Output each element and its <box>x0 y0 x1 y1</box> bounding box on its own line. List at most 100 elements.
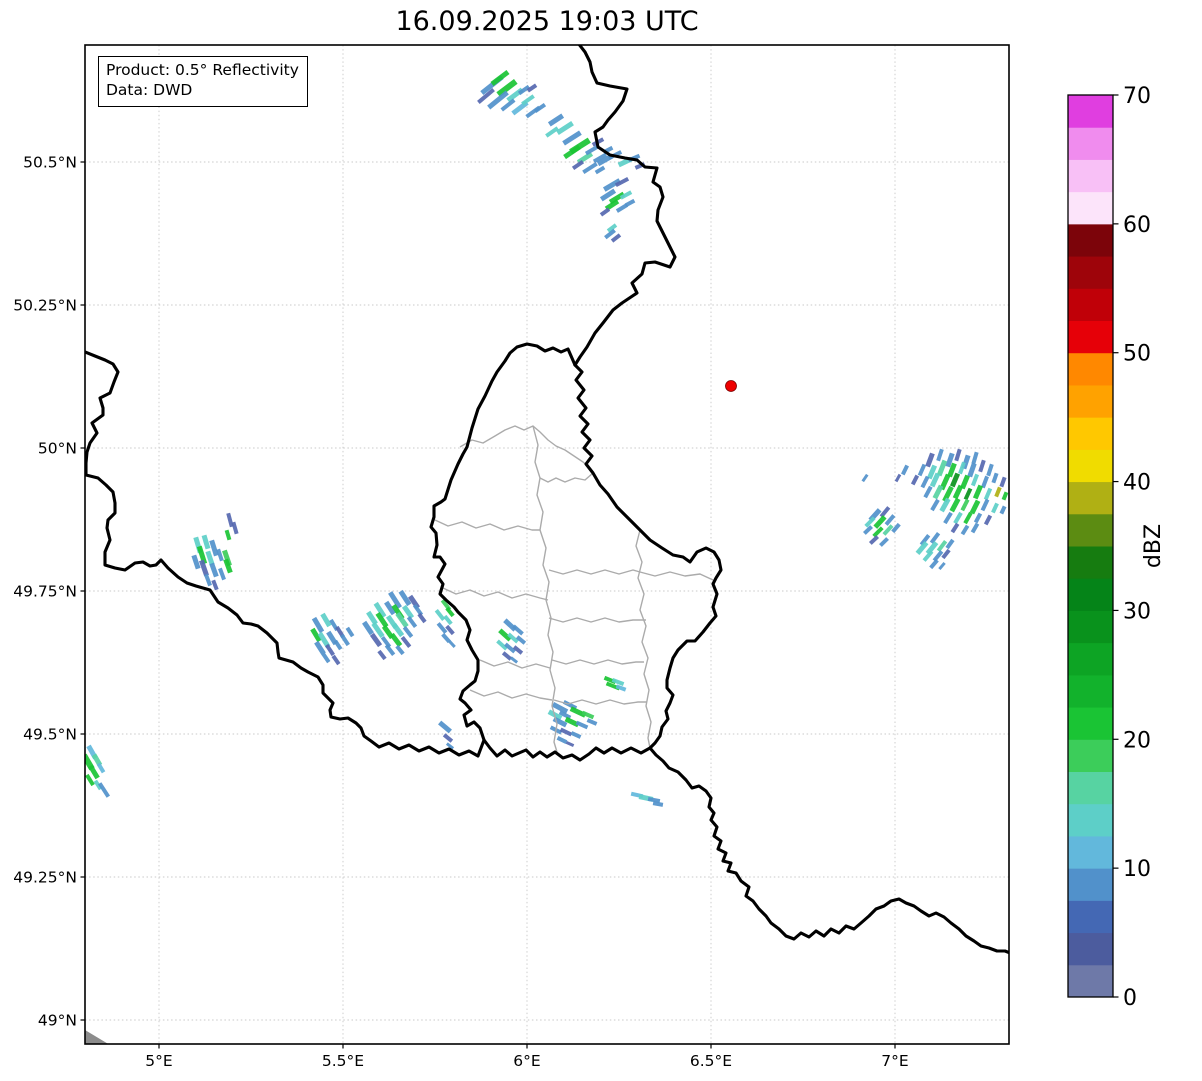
echo-stroke <box>346 627 355 638</box>
colorbar-segment <box>1068 321 1113 354</box>
echo-stroke <box>563 145 581 159</box>
echo-stroke <box>582 162 598 174</box>
echo-stroke <box>223 559 232 574</box>
colorbar-segment <box>1068 482 1113 515</box>
colorbar-segment <box>1068 127 1113 160</box>
echo-stroke <box>991 473 998 484</box>
radar-echoes <box>81 70 1008 807</box>
echo-stroke <box>1002 492 1009 501</box>
colorbar-segment <box>1068 353 1113 386</box>
colorbar-segment <box>1068 288 1113 321</box>
axis-tick-labels: 5°E5.5°E6°E6.5°E7°E50.5°N50.25°N50°N49.7… <box>13 154 908 1071</box>
echo-stroke <box>407 616 417 628</box>
echo-stroke <box>616 684 627 691</box>
product-info-box: Product: 0.5° Reflectivity Data: DWD <box>98 56 308 107</box>
radar-site-marker <box>726 381 737 392</box>
echo-stroke <box>595 166 606 175</box>
echo-stroke <box>930 499 940 511</box>
radar-map-canvas: 5°E5.5°E6°E6.5°E7°E50.5°N50.25°N50°N49.7… <box>0 0 1202 1081</box>
y-tick-label: 50.5°N <box>23 154 77 172</box>
echo-stroke <box>963 512 972 524</box>
echo-stroke <box>941 549 950 559</box>
echo-stroke <box>218 568 226 581</box>
x-tick-label: 5°E <box>145 1052 172 1070</box>
echo-stroke <box>611 233 621 242</box>
echo-stroke <box>880 506 891 518</box>
internal-border-path <box>552 660 644 664</box>
colorbar-segment <box>1068 224 1113 257</box>
echo-stroke <box>502 651 512 660</box>
echo-stroke <box>964 488 973 501</box>
echo-stroke <box>582 711 595 719</box>
colorbar-tick-label: 40 <box>1123 471 1151 496</box>
gridlines <box>85 45 1009 1044</box>
echo-stroke <box>334 640 343 651</box>
y-tick-label: 50°N <box>38 440 77 458</box>
no-data-wedge <box>85 1030 110 1045</box>
echo-stroke <box>571 731 582 739</box>
colorbar-segment <box>1068 256 1113 289</box>
echo-stroke <box>401 636 412 648</box>
colorbar-segment <box>1068 739 1113 772</box>
echo-stroke <box>395 645 404 655</box>
colorbar-tick-label: 70 <box>1123 84 1151 109</box>
colorbar-segment <box>1068 95 1113 128</box>
echo-stroke <box>960 499 969 512</box>
echo-stroke <box>869 535 879 545</box>
colorbar-segment <box>1068 804 1113 837</box>
echo-stroke <box>202 535 211 550</box>
echo-stroke <box>943 512 953 524</box>
echo-stroke <box>961 525 970 536</box>
y-tick-label: 49.25°N <box>13 869 77 887</box>
echo-stroke <box>625 199 636 207</box>
country-border-path <box>650 748 1010 953</box>
colorbar-tick-label: 30 <box>1123 599 1151 624</box>
colorbar-tick-label: 0 <box>1123 986 1137 1011</box>
echo-stroke <box>954 449 961 462</box>
colorbar-segment <box>1068 546 1113 579</box>
echo-stroke <box>1000 506 1007 515</box>
echo-stroke <box>901 465 909 476</box>
echo-stroke <box>936 449 944 462</box>
echo-stroke <box>576 721 589 729</box>
colorbar-segment <box>1068 900 1113 933</box>
echo-stroke <box>895 474 901 482</box>
echo-stroke <box>933 550 944 562</box>
colorbar-segment <box>1068 449 1113 482</box>
echo-stroke <box>653 801 664 807</box>
echo-stroke <box>973 485 983 500</box>
internal-border-path <box>460 426 593 473</box>
colorbar-segment <box>1068 514 1113 547</box>
y-tick-label: 49.5°N <box>23 726 77 744</box>
colorbar-segment <box>1068 578 1113 611</box>
echo-stroke <box>971 523 979 534</box>
echo-stroke <box>984 488 992 501</box>
echo-stroke <box>951 523 960 534</box>
colorbar-segment <box>1068 772 1113 805</box>
echo-stroke <box>861 474 868 482</box>
echo-stroke <box>445 625 455 635</box>
colorbar-axis-label: dBZ <box>1141 524 1166 568</box>
echo-stroke <box>191 555 200 570</box>
colorbar-segment <box>1068 192 1113 225</box>
echo-stroke <box>918 464 926 477</box>
y-tick-label: 49°N <box>38 1012 77 1030</box>
echo-stroke <box>510 656 518 663</box>
echo-stroke <box>885 514 896 526</box>
echo-stroke <box>443 733 453 742</box>
echo-stroke <box>209 563 218 578</box>
colorbar-segment <box>1068 868 1113 901</box>
y-tick-label: 49.75°N <box>13 583 77 601</box>
echo-stroke <box>986 464 994 477</box>
echo-stroke <box>362 621 374 635</box>
echo-stroke <box>950 498 961 513</box>
colorbar-tick-label: 60 <box>1123 213 1151 238</box>
echo-stroke <box>984 515 992 526</box>
internal-border-path <box>443 588 548 600</box>
echo-stroke <box>448 640 456 648</box>
echo-stroke <box>332 655 341 665</box>
echo-stroke <box>548 114 564 127</box>
axis-ticks <box>81 162 896 1049</box>
echo-stroke <box>204 574 212 587</box>
echo-stroke <box>435 609 446 621</box>
